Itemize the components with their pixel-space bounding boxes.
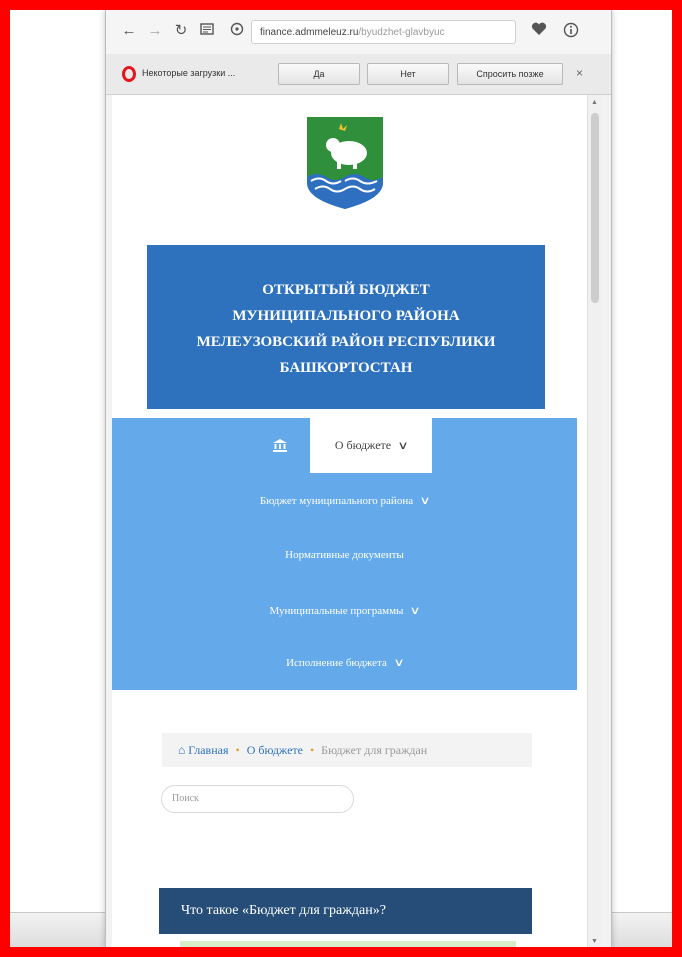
browser-window: ← → ↻ finance.admmeleuz.ru/byudzhet-glav…: [105, 10, 612, 947]
download-notification-bar: Некоторые загрузки ... Да Нет Спросить п…: [106, 54, 611, 95]
home-icon: ⌂: [178, 743, 186, 757]
search-input[interactable]: Поиск: [161, 785, 354, 813]
address-bar[interactable]: finance.admmeleuz.ru/byudzhet-glavbyuc: [251, 20, 516, 44]
info-icon[interactable]: [562, 22, 580, 40]
breadcrumb-current: Бюджет для граждан: [321, 743, 428, 757]
url-host: finance.admmeleuz.ru: [260, 27, 359, 38]
nav-item-municipal-budget[interactable]: Бюджет муниципального района ∨: [112, 494, 577, 507]
back-icon[interactable]: ←: [120, 22, 138, 40]
card-title: Что такое «Бюджет для граждан»?: [159, 888, 532, 934]
url-path: /byudzhet-glavbyuc: [358, 27, 445, 38]
scrollbar[interactable]: ▲ ▼: [587, 95, 602, 947]
chevron-down-icon: ∨: [409, 605, 422, 617]
banner-line: МЕЛЕУЗОВСКИЙ РАЙОН РЕСПУБЛИКИ: [196, 334, 496, 350]
card-body-text: [180, 941, 516, 947]
chevron-down-icon: ∨: [393, 657, 405, 669]
breadcrumb-separator: •: [309, 743, 315, 757]
breadcrumb-separator: •: [235, 743, 240, 757]
browser-toolbar: ← → ↻ finance.admmeleuz.ru/byudzhet-glav…: [106, 10, 611, 55]
opera-logo-icon: [122, 66, 136, 82]
nav-item-budget-execution[interactable]: Исполнение бюджета ∨: [112, 656, 577, 669]
nav-item-label: Бюджет муниципального района: [259, 495, 414, 507]
breadcrumb-home-label: Главная: [188, 743, 229, 757]
breadcrumb-home[interactable]: ⌂ Главная: [178, 743, 229, 757]
reader-mode-icon[interactable]: [198, 22, 216, 40]
security-info-icon[interactable]: [228, 22, 246, 40]
nav-item-label: Исполнение бюджета: [286, 657, 387, 669]
scrollbar-thumb[interactable]: [591, 113, 599, 303]
scroll-up-icon[interactable]: ▲: [591, 99, 598, 106]
nav-item-about-budget[interactable]: О бюджете ∨: [310, 418, 432, 473]
reload-icon[interactable]: ↻: [172, 22, 190, 40]
desktop-background-right: [610, 10, 672, 947]
banner-line: БАШКОРТОСТАН: [279, 360, 413, 376]
nav-item-municipal-programs[interactable]: Муниципальные программы ∨: [112, 604, 577, 617]
chevron-down-icon: ∨: [419, 495, 431, 507]
download-message: Некоторые загрузки ...: [142, 68, 236, 78]
site-title-banner[interactable]: ОТКРЫТЫЙ БЮДЖЕТ МУНИЦИПАЛЬНОГО РАЙОНА МЕ…: [147, 245, 545, 409]
desktop-background-left: [10, 10, 105, 947]
home-icon[interactable]: [272, 438, 288, 452]
close-icon[interactable]: ×: [576, 66, 583, 80]
breadcrumb-section[interactable]: О бюджете: [247, 743, 303, 757]
yes-button[interactable]: Да: [278, 63, 360, 85]
banner-line: МУНИЦИПАЛЬНОГО РАЙОНА: [232, 308, 460, 324]
page-viewport: ОТКРЫТЫЙ БЮДЖЕТ МУНИЦИПАЛЬНОГО РАЙОНА МЕ…: [112, 95, 587, 947]
ask-later-button[interactable]: Спросить позже: [457, 63, 563, 85]
banner-line: ОТКРЫТЫЙ БЮДЖЕТ: [262, 282, 430, 298]
nav-item-label: Муниципальные программы: [269, 605, 404, 617]
breadcrumb: ⌂ Главная • О бюджете • Бюджет для граждан: [162, 733, 532, 767]
nav-item-regulations[interactable]: Нормативные документы: [112, 549, 577, 561]
forward-icon[interactable]: →: [146, 22, 164, 40]
main-navigation: О бюджете ∨ Бюджет муниципального района ∨…: [112, 418, 577, 690]
chevron-down-icon: ∨: [397, 440, 409, 452]
nav-item-label: О бюджете: [334, 438, 392, 452]
scroll-down-icon[interactable]: ▼: [591, 938, 598, 945]
heart-icon[interactable]: [530, 22, 548, 40]
coat-of-arms-icon: [307, 117, 383, 209]
nav-item-label: Нормативные документы: [285, 549, 404, 561]
no-button[interactable]: Нет: [367, 63, 449, 85]
